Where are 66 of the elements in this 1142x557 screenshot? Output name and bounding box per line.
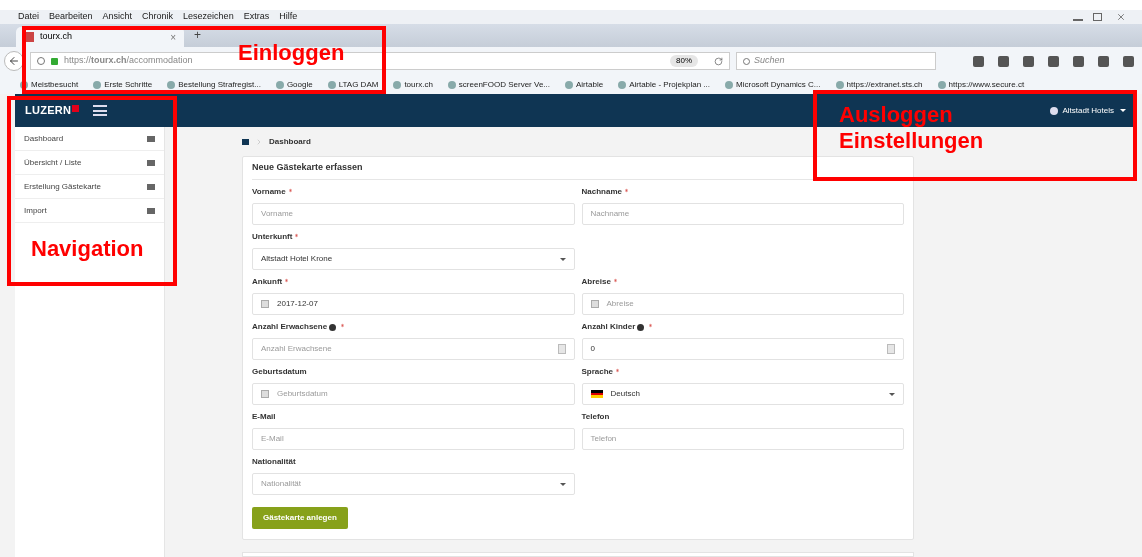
user-menu[interactable]: Altstadt Hotels bbox=[1062, 104, 1114, 117]
field-label: Ankunft bbox=[252, 276, 283, 288]
zoom-badge[interactable]: 80% bbox=[670, 55, 698, 67]
menu-item[interactable]: Ansicht bbox=[100, 10, 135, 24]
swiss-cross-icon bbox=[72, 105, 80, 112]
annotation-label: Navigation bbox=[31, 236, 144, 262]
menu-item[interactable]: Bearbeiten bbox=[47, 10, 95, 24]
select-field[interactable]: Altstadt Hotel Krone bbox=[252, 248, 575, 270]
close-tab-button[interactable]: × bbox=[170, 29, 176, 45]
bookmark-item[interactable]: screenFOOD Server Ve... bbox=[447, 78, 550, 91]
card-title: Neue Gästekarte erfassen bbox=[252, 157, 904, 180]
field-label: Geburtsdatum bbox=[252, 366, 307, 378]
input-field[interactable]: 0 bbox=[581, 338, 904, 360]
breadcrumb-item[interactable]: Dashboard bbox=[269, 135, 311, 148]
select-field[interactable]: Deutsch bbox=[581, 383, 904, 405]
caret-icon bbox=[1120, 109, 1126, 112]
bookmark-item[interactable]: Bestellung Strafregist... bbox=[167, 78, 261, 91]
field-label: Nachname bbox=[581, 186, 622, 198]
field-label: Anzahl Kinder bbox=[581, 321, 636, 333]
bookmark-item[interactable]: Microsoft Dynamics C... bbox=[725, 78, 821, 91]
sidebar-item[interactable]: Dashboard bbox=[15, 127, 164, 151]
bookmark-item[interactable]: Airtable bbox=[565, 78, 604, 91]
bookmark-item[interactable]: Erste Schritte bbox=[93, 78, 153, 91]
user-icon bbox=[1050, 106, 1059, 115]
bookmark-item[interactable]: Airtable - Projekplan ... bbox=[618, 78, 711, 91]
menu-item[interactable]: Extras bbox=[241, 10, 272, 24]
bookmark-item[interactable]: https://extranet.sts.ch bbox=[835, 78, 923, 91]
menu-item[interactable]: Datei bbox=[16, 10, 41, 24]
sidebar-item[interactable]: Erstellung Gästekarte bbox=[15, 175, 164, 199]
field-label: Nationalität bbox=[252, 456, 296, 468]
lock-icon bbox=[51, 57, 58, 65]
sidebar-item[interactable]: Import bbox=[15, 199, 164, 223]
field-label: Anzahl Erwachsene bbox=[252, 321, 328, 333]
field-label: Unterkunft bbox=[252, 231, 293, 243]
back-arrow-icon bbox=[8, 55, 20, 67]
annotation-label: Ausloggen bbox=[839, 102, 953, 128]
flag-icon bbox=[590, 390, 603, 398]
url-text: https://tourx.ch/accommodation bbox=[64, 54, 193, 68]
back-button[interactable] bbox=[4, 51, 24, 71]
caret-icon bbox=[559, 257, 566, 261]
new-tab-button[interactable]: + bbox=[194, 26, 201, 44]
restore-icon[interactable] bbox=[1093, 13, 1102, 21]
field-label: E-Mail bbox=[252, 411, 276, 423]
search-field[interactable]: Suchen bbox=[736, 52, 936, 70]
caret-icon bbox=[559, 482, 566, 486]
reload-icon[interactable] bbox=[714, 56, 723, 66]
sidebar-item[interactable]: Übersicht / Liste bbox=[15, 151, 164, 175]
bookmark-item[interactable]: LTAG DAM bbox=[327, 78, 379, 91]
site-icon bbox=[24, 32, 34, 42]
close-icon[interactable] bbox=[1116, 12, 1126, 22]
annotation-label: Einstellungen bbox=[839, 128, 984, 154]
menu-item[interactable]: Lesezeichen bbox=[181, 10, 236, 24]
bookmark-item[interactable]: tourx.ch bbox=[393, 78, 433, 91]
caret-icon bbox=[889, 392, 895, 396]
bookmark-item[interactable]: https://www.secure.ct bbox=[937, 78, 1025, 91]
menu-item[interactable]: Chronik bbox=[140, 10, 176, 24]
bookmark-item[interactable]: Meistbesucht bbox=[20, 78, 79, 91]
input-field[interactable]: 2017-12-07 bbox=[252, 293, 575, 315]
field-label: Telefon bbox=[581, 411, 610, 423]
menu-item[interactable]: Hilfe bbox=[277, 10, 300, 24]
field-label: Abreise bbox=[581, 276, 611, 288]
logo: LUZERN bbox=[25, 103, 72, 119]
bookmark-item[interactable]: Google bbox=[275, 78, 313, 91]
field-label: Sprache bbox=[581, 366, 614, 378]
chevron-icon bbox=[255, 137, 263, 146]
field-label: Vorname bbox=[252, 186, 286, 198]
